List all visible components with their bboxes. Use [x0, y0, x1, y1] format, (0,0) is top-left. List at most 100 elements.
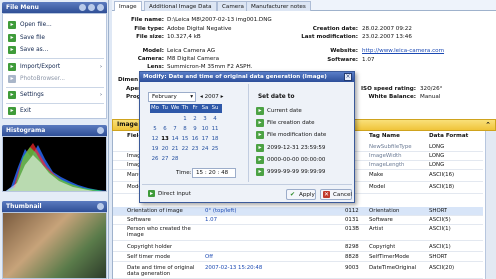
option-file-modification-date[interactable]: ▸ File modification date	[253, 130, 343, 140]
calendar-day[interactable]: 11	[210, 125, 220, 133]
tab-image[interactable]: Image	[114, 1, 142, 11]
calendar-icon: ▸	[256, 156, 264, 164]
calendar-day[interactable]: 23	[190, 145, 200, 153]
calendar-day[interactable]: 6	[160, 125, 170, 133]
software-value: 1.07	[362, 57, 375, 63]
calendar-day[interactable]: 1	[180, 115, 190, 123]
calendar-day[interactable]: 7	[170, 125, 180, 133]
month-select[interactable]: February ▾	[148, 92, 196, 102]
calendar-day[interactable]: 16	[190, 135, 200, 143]
table-scrollbar[interactable]	[485, 131, 496, 279]
histogram-header[interactable]: Histograma	[2, 125, 107, 136]
calendar-day[interactable]: 28	[170, 155, 180, 163]
histogram-chart	[2, 136, 107, 192]
dimensions-label: Dimen	[118, 77, 139, 83]
calendar-day[interactable]: 9	[190, 125, 200, 133]
year-next-icon[interactable]: ▸	[221, 94, 224, 100]
photobrowser-item[interactable]: ▸ PhotoBrowser...	[6, 73, 104, 85]
table-row[interactable]: Software 1.07 0131 Software ASCII(5)	[113, 216, 483, 225]
calendar-icon: ▸	[256, 119, 264, 127]
table-row[interactable]: Copyright holder 8298 Copyright ASCII(1)	[113, 243, 483, 252]
set-date-options: ▸ Current date ▸ File creation date ▸ File …	[253, 105, 353, 177]
calendar-day[interactable]: 24	[200, 145, 210, 153]
table-row[interactable]: Date and time of original data generatio…	[113, 264, 483, 279]
calendar-day[interactable]: 12	[150, 135, 160, 143]
option-zero-date[interactable]: ▸ 0000-00-00 00:00:00	[253, 155, 343, 165]
import-export-item[interactable]: ▸ Import/Export ›	[6, 61, 104, 73]
white-balance-value: Manual	[420, 94, 441, 100]
lens-value: Summicron-M 35mm F2 ASPH.	[167, 64, 253, 70]
calendar-day[interactable]: 4	[210, 115, 220, 123]
calendar-day[interactable]: 17	[200, 135, 210, 143]
calendar-day	[210, 155, 220, 163]
file-menu-header[interactable]: File Menu	[2, 2, 107, 13]
option-file-creation-date[interactable]: ▸ File creation date	[253, 118, 343, 128]
import-export-icon: ▸	[8, 63, 16, 71]
calendar-day[interactable]: 20	[160, 145, 170, 153]
panel-tool-icon[interactable]	[79, 4, 86, 11]
calendar-day	[190, 155, 200, 163]
calendar-day	[160, 115, 170, 123]
column-header-tag-name[interactable]: Tag Name	[369, 133, 400, 139]
thumbnail-header[interactable]: Thumbnail	[2, 201, 107, 212]
calendar-day[interactable]: 22	[180, 145, 190, 153]
table-row[interactable]: Self timer mode Off 8828 SelfTimerMode SHORT	[113, 253, 483, 262]
calendar-day[interactable]: 2	[190, 115, 200, 123]
calendar-day[interactable]: 19	[150, 145, 160, 153]
panel-tool-icon[interactable]	[88, 4, 95, 11]
exit-icon: ▸	[8, 107, 16, 115]
calendar-icon: ▸	[256, 131, 264, 139]
file-menu-title: File Menu	[6, 4, 39, 11]
close-icon[interactable]: ×	[344, 73, 352, 81]
modify-date-dialog: Modify: Date and time of original data g…	[139, 71, 355, 203]
calendar-day[interactable]: 8	[180, 125, 190, 133]
table-row[interactable]: Orientation of image 0° (top/left) 0112 Ori…	[113, 207, 483, 216]
time-input[interactable]: 15 : 20 : 48	[192, 168, 236, 178]
save-file-item[interactable]: ▸ Save file	[6, 32, 104, 44]
tab-camera[interactable]: Camera	[217, 1, 249, 11]
calendar-day[interactable]: 25	[210, 145, 220, 153]
collapse-icon[interactable]	[97, 4, 104, 11]
calendar-day[interactable]: 27	[160, 155, 170, 163]
calendar-day[interactable]: 5	[150, 125, 160, 133]
cancel-button[interactable]: ✕ Cancel	[320, 189, 352, 200]
file-size-label: File size:	[136, 34, 164, 40]
year-prev-icon[interactable]: ◂	[200, 94, 203, 100]
tab-additional-image-data[interactable]: Additional Image Data	[144, 1, 217, 11]
option-invalid-date[interactable]: ▸ 9999-99-99 99:99:99	[253, 167, 343, 177]
calendar-day[interactable]: 18	[210, 135, 220, 143]
year-stepper[interactable]: ◂ 2007 ▸	[200, 92, 234, 102]
calendar-day[interactable]: 3	[200, 115, 210, 123]
option-max-date[interactable]: ▸ 2099-12-31 23:59:59	[253, 143, 343, 153]
collapse-up-icon[interactable]: ⌃	[485, 120, 491, 130]
tab-manufacturer-notes[interactable]: Manufacturer notes	[246, 1, 311, 11]
calendar-day[interactable]: 26	[150, 155, 160, 163]
set-date-to-label: Set date to	[258, 94, 295, 100]
settings-item[interactable]: ▸ Settings ›	[6, 89, 104, 101]
collapse-icon[interactable]	[97, 203, 104, 210]
table-row[interactable]: Person who created the image 013B Artist AS…	[113, 225, 483, 241]
menu-divider	[6, 58, 104, 59]
column-header-data-format[interactable]: Data Format	[429, 133, 468, 139]
calendar-day[interactable]: 13	[160, 135, 170, 143]
option-current-date[interactable]: ▸ Current date	[253, 106, 343, 116]
calendar-day[interactable]: 15	[180, 135, 190, 143]
tab-bar: Image Additional Image Data Camera Manuf…	[112, 0, 496, 11]
exit-item[interactable]: ▸ Exit	[6, 105, 104, 117]
collapse-icon[interactable]	[97, 127, 104, 134]
calendar-day[interactable]: 14	[170, 135, 180, 143]
website-link[interactable]: http://www.leica-camera.com	[362, 48, 444, 54]
dialog-title-bar[interactable]: Modify: Date and time of original data g…	[140, 72, 354, 82]
open-file-item[interactable]: ▸ Open file...	[6, 19, 104, 31]
histogram-graphic	[5, 143, 106, 191]
save-as-item[interactable]: ▸ Save as...	[6, 44, 104, 56]
calendar-day[interactable]: 10	[200, 125, 210, 133]
chevron-right-icon: ›	[100, 92, 102, 98]
time-label: Time:	[176, 170, 192, 176]
calendar-day	[150, 115, 160, 123]
calendar-day[interactable]: 21	[170, 145, 180, 153]
direct-input-button[interactable]: ▸ Direct input	[146, 189, 196, 200]
file-type-value: Adobe Digital Negative	[167, 26, 232, 32]
apply-button[interactable]: ✔ Apply	[286, 189, 316, 200]
calendar-icon: ▸	[256, 107, 264, 115]
